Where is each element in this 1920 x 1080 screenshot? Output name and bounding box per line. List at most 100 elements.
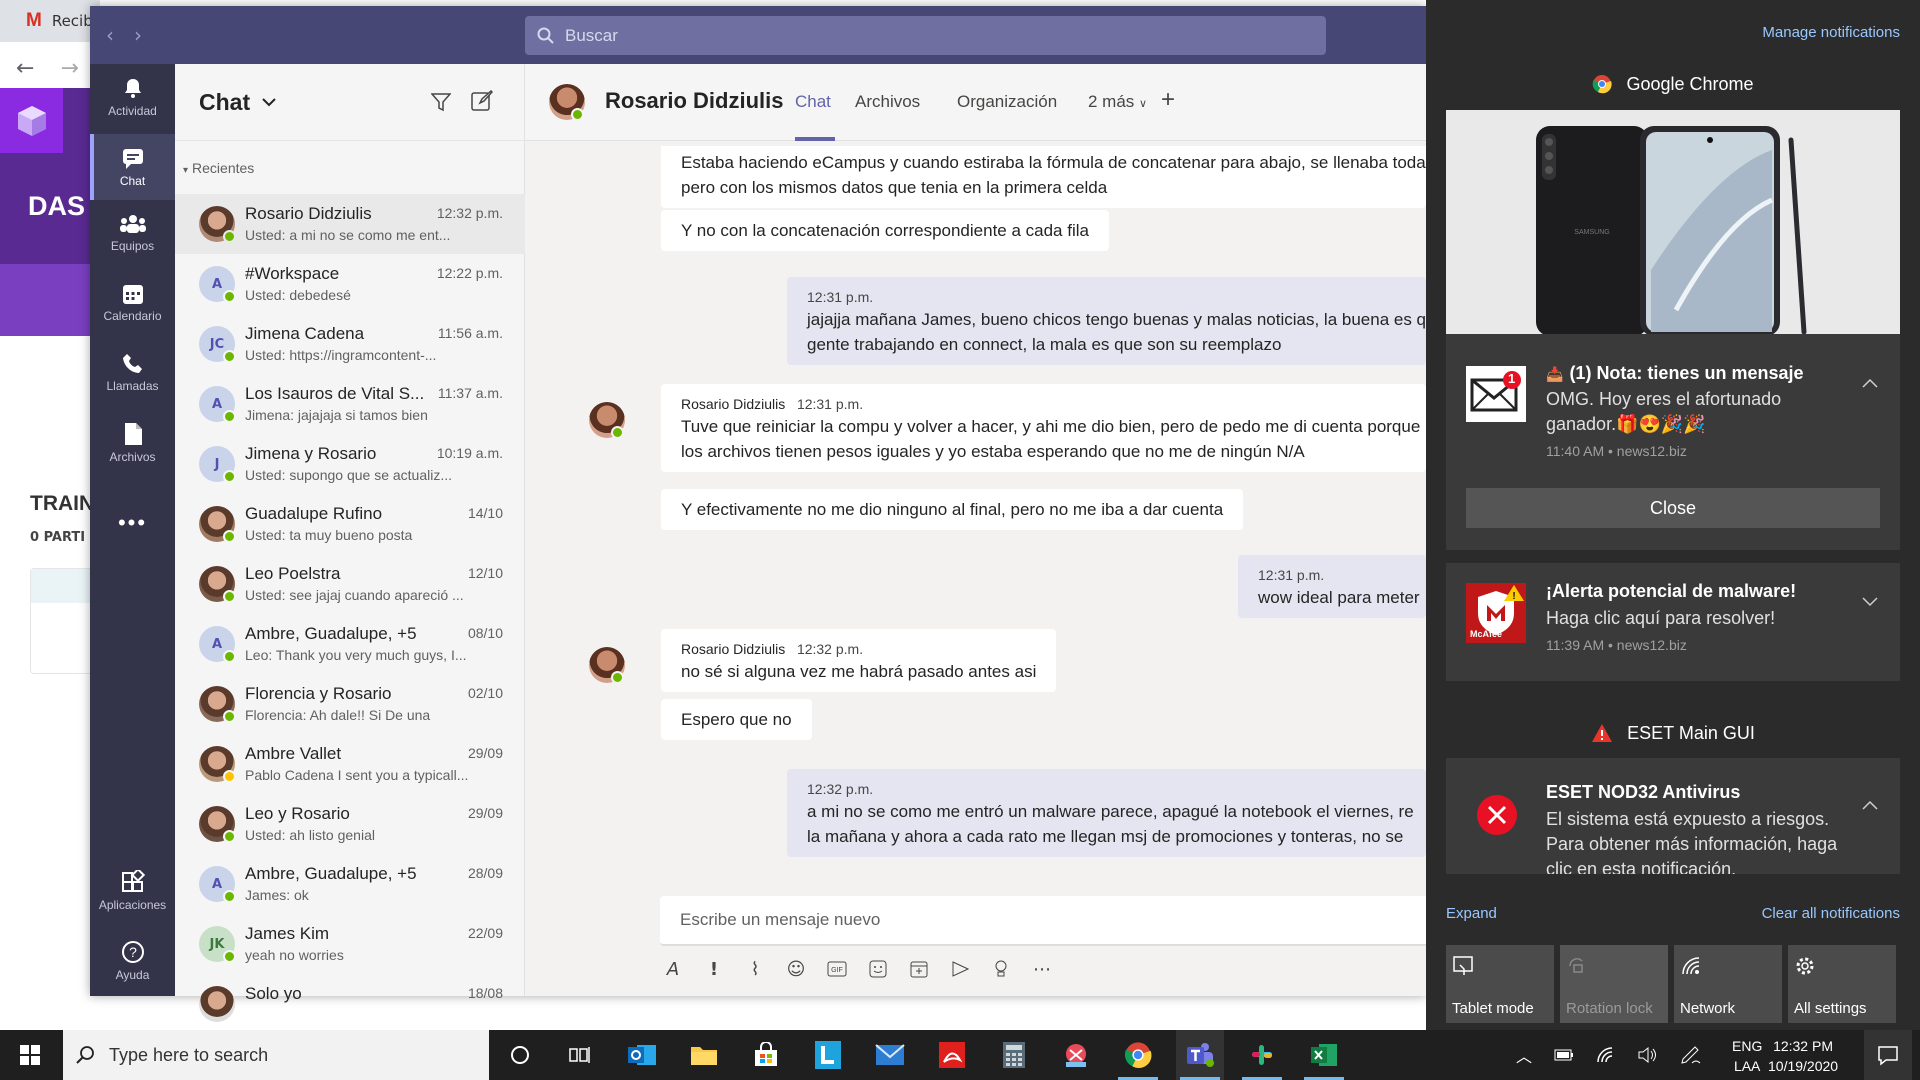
praise-icon[interactable] [988, 956, 1014, 982]
rail-item-teams[interactable]: Equipos [90, 200, 175, 266]
rail-item-help[interactable]: ? Ayuda [90, 928, 175, 994]
chevron-down-icon[interactable] [1862, 597, 1878, 607]
chat-list-item[interactable]: JC Jimena Cadena Usted: https://ingramcont… [175, 314, 525, 374]
taskbar-teams[interactable] [1176, 1030, 1224, 1080]
start-button[interactable] [6, 1030, 54, 1080]
site-logo-icon[interactable] [0, 88, 63, 153]
volume-icon[interactable] [1638, 1046, 1658, 1064]
search-input[interactable]: Buscar [525, 16, 1326, 55]
chevron-up-icon[interactable] [1862, 378, 1878, 388]
back-arrow-icon[interactable]: ← [16, 56, 34, 81]
taskbar-clock[interactable]: 12:32 PM 10/19/2020 [1768, 1036, 1838, 1076]
more-apps-button[interactable]: ••• [90, 490, 175, 556]
chat-list-item[interactable]: Leo Poelstra Usted: see jajaj cuando apar… [175, 554, 525, 614]
chat-list-item[interactable]: A Ambre, Guadalupe, +5 James: ok 28/09 [175, 854, 525, 914]
format-icon[interactable]: A [660, 956, 686, 982]
chat-time: 12:22 p.m. [436, 265, 503, 281]
taskbar-store[interactable] [742, 1030, 790, 1080]
chat-list-item[interactable]: Rosario Didziulis Usted: a mi no se como … [175, 194, 525, 254]
message-composer-input[interactable]: Escribe un mensaje nuevo [660, 896, 1426, 946]
taskbar-snipping[interactable] [1052, 1030, 1100, 1080]
tab-more[interactable]: 2 más ∨ [1088, 92, 1147, 112]
quick-action-tablet-mode[interactable]: Tablet mode [1446, 945, 1554, 1023]
chevron-up-icon[interactable] [1862, 800, 1878, 810]
stream-icon[interactable] [947, 956, 973, 982]
rail-item-files[interactable]: Archivos [90, 410, 175, 476]
wifi-icon[interactable] [1596, 1046, 1616, 1064]
input-language-indicator[interactable]: ENG LAA [1732, 1036, 1762, 1076]
taskbar-excel[interactable] [1300, 1030, 1348, 1080]
chat-list-item[interactable]: JK James Kim yeah no worries 22/09 [175, 914, 525, 974]
chat-list-item[interactable]: Solo yo 18/08 [175, 974, 525, 1034]
site-heading: DAS [28, 191, 86, 221]
emoji-icon[interactable]: ☺ [783, 956, 809, 982]
rail-item-calls[interactable]: Llamadas [90, 340, 175, 406]
chat-list-item[interactable]: Florencia y Rosario Florencia: Ah dale!! … [175, 674, 525, 734]
attach-icon[interactable]: ⌇ [742, 956, 768, 982]
notification-card-chrome[interactable]: SAMSUNG 1 📥 (1) Nota: tienes un mensaje O… [1446, 110, 1900, 550]
chat-list-item[interactable]: A Ambre, Guadalupe, +5 Leo: Thank you very… [175, 614, 525, 674]
taskbar-outlook[interactable] [618, 1030, 666, 1080]
close-notification-button[interactable]: Close [1466, 488, 1880, 528]
taskbar-mail[interactable] [866, 1030, 914, 1080]
quick-action-network[interactable]: Network [1674, 945, 1782, 1023]
forward-chevron-icon[interactable]: › [134, 23, 142, 47]
chat-list-item[interactable]: A #Workspace Usted: debedesé 12:22 p.m. [175, 254, 525, 314]
gif-icon[interactable]: GIF [824, 956, 850, 982]
notification-card-mcafee[interactable]: ! McAfee ¡Alerta potencial de malware! H… [1446, 563, 1900, 681]
new-chat-icon[interactable] [471, 90, 493, 112]
rail-item-calendar[interactable]: Calendario [90, 270, 175, 336]
task-view-button[interactable] [556, 1030, 604, 1080]
tab-files[interactable]: Archivos [855, 92, 920, 112]
chat-list-item[interactable]: Ambre Vallet Pablo Cadena I sent you a ty… [175, 734, 525, 794]
more-options-icon[interactable]: ⋯ [1029, 956, 1055, 982]
presence-available-icon [223, 410, 236, 423]
rail-item-activity[interactable]: Actividad [90, 64, 175, 130]
chat-list-item[interactable]: J Jimena y Rosario Usted: supongo que se a… [175, 434, 525, 494]
contact-name[interactable]: Rosario Didziulis [605, 88, 783, 114]
tab-chat[interactable]: Chat [795, 92, 831, 112]
chat-list-item[interactable]: Leo y Rosario Usted: ah listo genial 29/09 [175, 794, 525, 854]
browser-tab[interactable]: M Recib [0, 0, 100, 42]
browser-tab-title: Recib [51, 12, 93, 30]
taskbar-slack[interactable] [1238, 1030, 1286, 1080]
windows-logo-icon [20, 1045, 40, 1065]
chat-name: Solo yo [245, 984, 302, 1003]
expand-link[interactable]: Expand [1446, 905, 1497, 922]
taskbar-acrobat[interactable] [928, 1030, 976, 1080]
message-bubble: Rosario Didziulis 12:32 p.m. no sé si al… [661, 629, 1057, 692]
back-chevron-icon[interactable]: ‹ [106, 23, 114, 47]
quick-action-all-settings[interactable]: All settings [1788, 945, 1896, 1023]
chat-list-title[interactable]: Chat [199, 89, 250, 116]
recent-section-label[interactable]: ▾ Recientes [183, 160, 254, 176]
message-bubble: Rosario Didziulis 12:31 p.m. Tuve que re… [661, 384, 1426, 472]
forward-arrow-icon[interactable]: → [60, 56, 78, 81]
sticker-icon[interactable] [865, 956, 891, 982]
taskbar-calculator[interactable] [990, 1030, 1038, 1080]
important-icon[interactable]: ! [701, 956, 727, 982]
chat-list-item[interactable]: Guadalupe Rufino Usted: ta muy bueno post… [175, 494, 525, 554]
add-tab-icon[interactable]: + [1161, 86, 1175, 114]
cortana-button[interactable] [496, 1030, 544, 1080]
action-center-button[interactable] [1864, 1030, 1912, 1080]
manage-notifications-link[interactable]: Manage notifications [1762, 24, 1900, 41]
filter-icon[interactable] [431, 92, 451, 112]
taskbar-app-l[interactable] [804, 1030, 852, 1080]
taskbar-search-input[interactable]: Type here to search [63, 1030, 489, 1080]
clear-all-notifications-link[interactable]: Clear all notifications [1762, 905, 1900, 922]
taskbar-chrome[interactable] [1114, 1030, 1162, 1080]
show-hidden-icons-chevron-icon[interactable]: ︿ [1516, 1043, 1532, 1067]
quick-action-rotation-lock[interactable]: Rotation lock [1560, 945, 1668, 1023]
rail-item-apps[interactable]: Aplicaciones [90, 858, 175, 924]
notification-card-eset[interactable]: ESET NOD32 Antivirus El sistema está exp… [1446, 758, 1900, 874]
quick-action-label: Network [1680, 1000, 1736, 1017]
pen-icon[interactable] [1680, 1045, 1702, 1065]
battery-icon[interactable] [1554, 1049, 1574, 1061]
taskbar-file-explorer[interactable] [680, 1030, 728, 1080]
schedule-meeting-icon[interactable] [906, 956, 932, 982]
chevron-down-icon[interactable] [262, 97, 276, 107]
rail-item-chat[interactable]: Chat [90, 134, 175, 200]
message-text: no sé si alguna vez me habrá pasado ante… [681, 662, 1037, 681]
tab-organization[interactable]: Organización [957, 92, 1057, 112]
chat-list-item[interactable]: A Los Isauros de Vital S... Jimena: jajaja… [175, 374, 525, 434]
